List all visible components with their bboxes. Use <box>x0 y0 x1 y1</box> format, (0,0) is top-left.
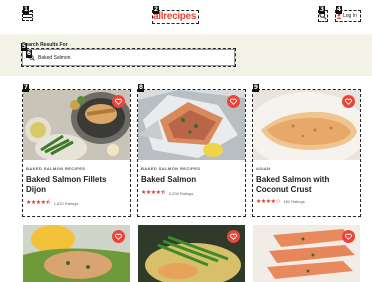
heart-icon <box>345 98 352 105</box>
annotation-tag: 4 <box>336 6 342 14</box>
annotation-tag: 1 <box>23 6 29 14</box>
annotation-tag: 6 <box>26 50 32 58</box>
recipe-category: BAKED SALMON RECIPES <box>26 166 86 171</box>
rating-stars: ★★★★⯪ <box>26 199 51 206</box>
recipe-title[interactable]: Baked Salmon <box>141 175 242 185</box>
search-input[interactable] <box>38 54 218 61</box>
annotation-tag: 9 <box>253 84 259 92</box>
annotation-tag: 8 <box>138 84 144 92</box>
heart-icon <box>115 233 122 240</box>
heart-icon <box>115 98 122 105</box>
search-results-heading: Search Results For <box>22 42 68 48</box>
rating-count: 1,632 Ratings <box>53 200 79 206</box>
annotation-tag: 7 <box>23 84 29 92</box>
favorite-button[interactable] <box>342 95 355 108</box>
recipe-image <box>138 90 245 160</box>
favorite-button[interactable] <box>112 95 125 108</box>
heart-icon <box>230 233 237 240</box>
recipe-card[interactable] <box>23 225 130 282</box>
recipe-rating: ★★★★☆ 182 Ratings <box>256 198 357 205</box>
rating-stars: ★★★★☆ <box>256 198 281 205</box>
site-header: 1 allrecipes 2 3 Log In 4 <box>0 0 372 34</box>
favorite-button[interactable] <box>227 230 240 243</box>
recipe-image <box>23 90 130 160</box>
favorite-button[interactable] <box>342 230 355 243</box>
recipe-rating: ★★★★⯪ 1,632 Ratings <box>26 198 127 208</box>
recipe-title[interactable]: Baked Salmon Fillets Dijon <box>26 175 127 195</box>
heart-icon <box>345 233 352 240</box>
menu-icon-line <box>23 17 32 18</box>
search-results-band: Search Results For 5 6 <box>0 34 372 76</box>
recipe-category: BAKED SALMON RECIPES <box>141 166 201 171</box>
search-field[interactable] <box>21 48 236 67</box>
login-label: Log In <box>343 13 357 19</box>
heart-icon <box>230 98 237 105</box>
recipe-card[interactable]: BAKED SALMON RECIPES Baked Salmon ★★★★⯪ … <box>137 89 246 217</box>
recipe-rating: ★★★★⯪ 3,208 Ratings <box>141 188 242 198</box>
favorite-button[interactable] <box>227 95 240 108</box>
rating-stars: ★★★★⯪ <box>141 189 166 196</box>
rating-count: 3,208 Ratings <box>168 190 194 196</box>
annotation-tag: 3 <box>319 6 325 14</box>
allrecipes-logo[interactable]: allrecipes <box>152 10 199 24</box>
rating-count: 182 Ratings <box>283 199 305 204</box>
favorite-button[interactable] <box>112 230 125 243</box>
recipe-title[interactable]: Baked Salmon with Coconut Crust <box>256 175 357 195</box>
recipe-category: ASIAN <box>256 166 271 171</box>
menu-icon-line <box>23 14 32 15</box>
recipe-card[interactable] <box>138 225 245 282</box>
recipe-card[interactable]: ASIAN Baked Salmon with Coconut Crust ★★… <box>252 89 361 217</box>
recipe-card[interactable]: BAKED SALMON RECIPES Baked Salmon Fillet… <box>22 89 131 217</box>
recipe-image <box>253 90 360 160</box>
annotation-tag: 2 <box>153 6 159 14</box>
recipe-card[interactable] <box>253 225 360 282</box>
